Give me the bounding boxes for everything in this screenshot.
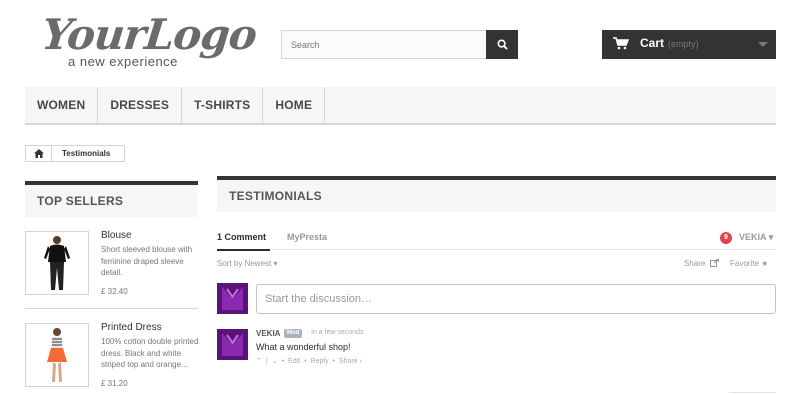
product-price: £ 31.20 <box>101 379 128 388</box>
favorite-button[interactable]: Favorite ★ <box>730 259 768 268</box>
cart-status: (empty) <box>668 39 699 49</box>
avatar <box>217 283 248 314</box>
product-image[interactable] <box>25 323 89 387</box>
moderator-badge: Mod <box>284 329 303 338</box>
user-name: VEKIA <box>739 232 767 242</box>
search-box <box>281 30 518 59</box>
search-icon <box>496 39 508 50</box>
menu-item-women[interactable]: WOMEN <box>25 87 99 123</box>
chevron-down-icon <box>758 42 768 47</box>
user-menu[interactable]: VEKIA ▾ <box>739 232 773 243</box>
model-image <box>44 236 70 290</box>
logo-tagline: a new experience <box>68 54 178 69</box>
breadcrumb: Testimonials <box>25 145 126 162</box>
breadcrumb-current: Testimonials <box>52 146 125 161</box>
logo-text: YourLogo <box>39 10 259 59</box>
page-title: TESTIMONIALS <box>217 176 776 212</box>
comment-text: What a wonderful shop! <box>256 342 351 352</box>
cart-title: Cart <box>640 36 665 50</box>
comment-author[interactable]: VEKIA <box>256 329 280 338</box>
star-icon: ★ <box>761 259 769 268</box>
product-description: Short sleeved blouse with feminine drape… <box>101 245 193 277</box>
product-item: Printed Dress 100% cotton double printed… <box>25 309 198 395</box>
menu-item-dresses[interactable]: DRESSES <box>98 87 183 123</box>
home-icon <box>33 149 44 158</box>
main-menu: WOMEN DRESSES T-SHIRTS HOME <box>25 87 776 125</box>
product-description: 100% cotton double printed dress. Black … <box>101 337 199 369</box>
avatar[interactable] <box>217 329 248 360</box>
product-price: £ 32.40 <box>101 287 128 296</box>
menu-item-tshirts[interactable]: T-SHIRTS <box>182 87 264 123</box>
chevron-down-icon: ▾ <box>768 232 774 242</box>
notification-badge[interactable]: 9 <box>720 232 732 244</box>
share-button[interactable]: Share <box>684 259 719 268</box>
sort-dropdown[interactable]: Sort by Newest ▾ <box>217 259 278 268</box>
model-image <box>47 328 67 382</box>
product-name[interactable]: Blouse <box>101 230 132 241</box>
divider <box>730 392 776 393</box>
product-item: Blouse Short sleeved blouse with feminin… <box>25 217 198 309</box>
menu-item-home[interactable]: HOME <box>263 87 326 123</box>
tab-community[interactable]: MyPresta <box>287 232 327 242</box>
tab-comments[interactable]: 1 Comment <box>217 232 271 251</box>
comment-timestamp[interactable]: · in a few seconds <box>307 329 363 336</box>
search-button[interactable] <box>486 30 518 59</box>
favorite-label: Favorite <box>730 259 759 268</box>
separator: · <box>307 329 310 336</box>
comment-compose-input[interactable]: Start the discussion… <box>256 284 776 314</box>
share-link[interactable]: Share › <box>339 358 362 365</box>
share-label: Share <box>684 259 706 268</box>
comments-tabs: 1 Comment MyPresta 9 VEKIA ▾ <box>217 228 776 251</box>
comment-actions: ⌃ | ⌄ • Edit • Reply • Share › <box>256 357 362 366</box>
site-logo[interactable]: YourLogo a new experience <box>39 10 258 69</box>
share-icon <box>709 259 719 267</box>
sort-label: Sort by Newest <box>217 259 272 268</box>
breadcrumb-home[interactable] <box>26 146 52 161</box>
top-sellers-title[interactable]: TOP SELLERS <box>25 181 198 217</box>
search-input[interactable] <box>282 31 487 58</box>
upvote-icon[interactable]: ⌃ <box>256 357 262 365</box>
downvote-icon[interactable]: ⌄ <box>272 357 278 365</box>
chevron-down-icon: ▾ <box>273 259 278 268</box>
cart-icon <box>613 37 629 50</box>
reply-link[interactable]: Reply <box>311 358 329 365</box>
comment-time: in a few seconds <box>311 329 364 336</box>
top-sellers-block: TOP SELLERS Blouse Short sleeved blouse … <box>25 181 198 395</box>
cart-button[interactable]: Cart (empty) <box>602 30 776 59</box>
product-image[interactable] <box>25 231 89 295</box>
product-name[interactable]: Printed Dress <box>101 322 162 333</box>
edit-link[interactable]: Edit <box>288 358 300 365</box>
